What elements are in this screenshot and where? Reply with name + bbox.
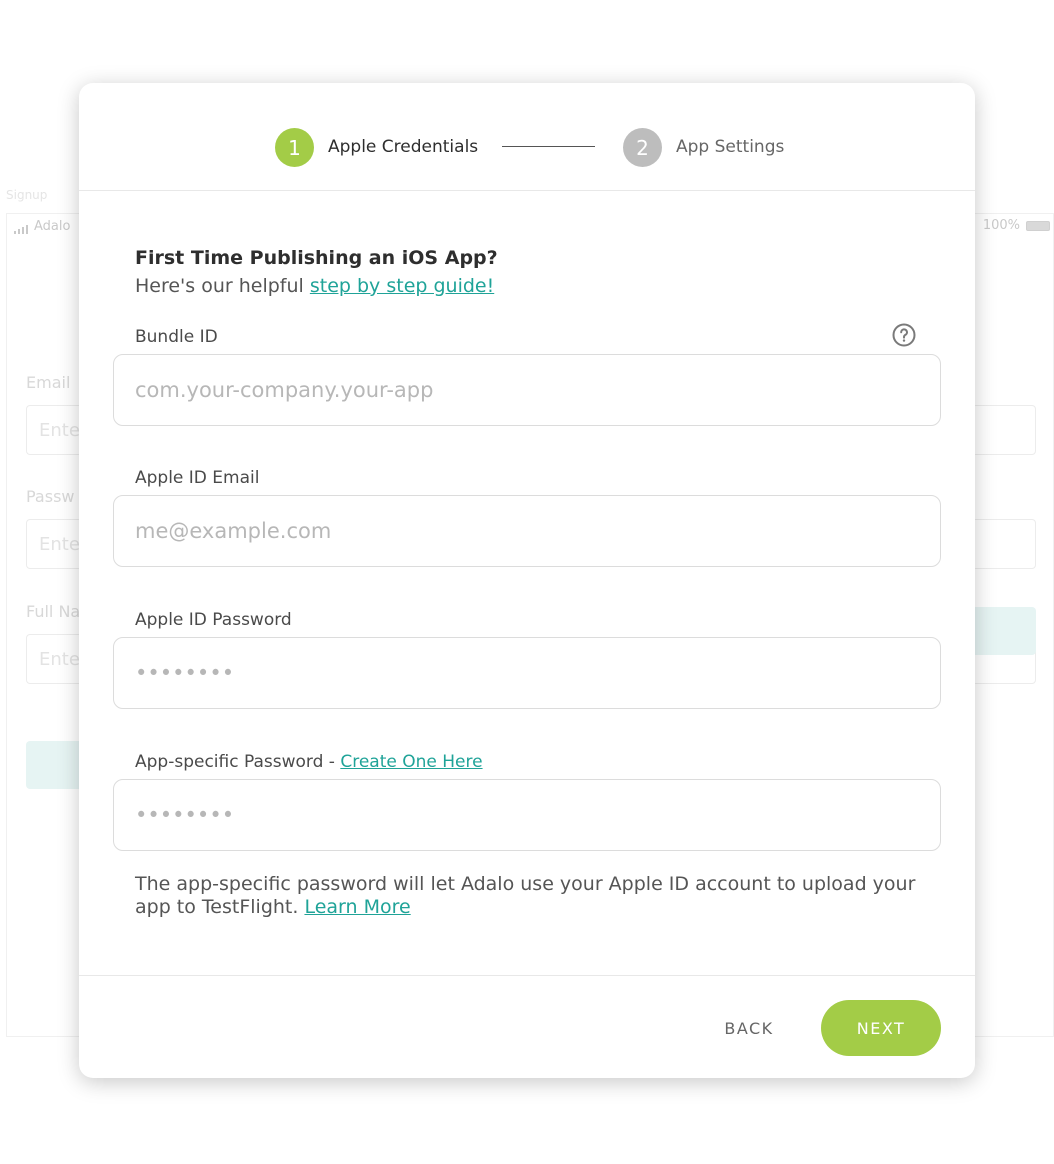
learn-more-link[interactable]: Learn More — [304, 896, 410, 918]
background-fullname-label: Full Na — [26, 602, 81, 621]
intro-title: First Time Publishing an iOS App? — [135, 247, 498, 269]
publish-ios-modal: 1 Apple Credentials 2 App Settings First… — [79, 83, 975, 1078]
signal-icon — [14, 224, 28, 234]
apple-id-password-input[interactable] — [113, 637, 941, 709]
step-1-indicator: 1 — [275, 128, 314, 167]
next-button[interactable]: NEXT — [821, 1000, 941, 1056]
wizard-stepper: 1 Apple Credentials 2 App Settings — [79, 83, 975, 191]
app-specific-password-input[interactable] — [113, 779, 941, 851]
app-specific-password-label: App-specific Password - Create One Here — [135, 752, 483, 772]
background-password-label: Passw — [26, 487, 75, 506]
guide-link[interactable]: step by step guide! — [310, 275, 494, 297]
step-2-label: App Settings — [676, 137, 785, 157]
step-2-indicator: 2 — [623, 128, 662, 167]
intro-text: Here's our helpful step by step guide! — [135, 275, 494, 297]
step-connector — [502, 146, 595, 147]
background-email-label: Email — [26, 373, 71, 392]
background-battery-text: 100% — [982, 218, 1020, 233]
intro-text-body: Here's our helpful — [135, 275, 310, 297]
step-1-label: Apple Credentials — [328, 137, 479, 157]
modal-footer: BACK NEXT — [79, 975, 975, 1078]
apple-id-email-input[interactable] — [113, 495, 941, 567]
note-text: The app-specific password will let Adalo… — [135, 873, 916, 918]
create-one-here-link[interactable]: Create One Here — [340, 752, 482, 772]
bundle-id-input[interactable] — [113, 354, 941, 426]
background-carrier-text: Adalo — [34, 219, 71, 234]
apple-id-email-label: Apple ID Email — [135, 468, 260, 488]
app-specific-password-label-text: App-specific Password - — [135, 752, 341, 772]
background-status-bar-left: Adalo — [14, 219, 70, 234]
battery-icon — [1026, 220, 1050, 231]
apple-id-password-label: Apple ID Password — [135, 610, 292, 630]
question-circle-icon[interactable] — [892, 323, 916, 347]
app-specific-password-note: The app-specific password will let Adalo… — [135, 873, 925, 919]
bundle-id-label: Bundle ID — [135, 327, 218, 347]
back-button[interactable]: BACK — [699, 1000, 799, 1056]
background-status-bar-right: 100% — [983, 218, 1050, 233]
background-screen-tab: Signup — [6, 188, 48, 202]
